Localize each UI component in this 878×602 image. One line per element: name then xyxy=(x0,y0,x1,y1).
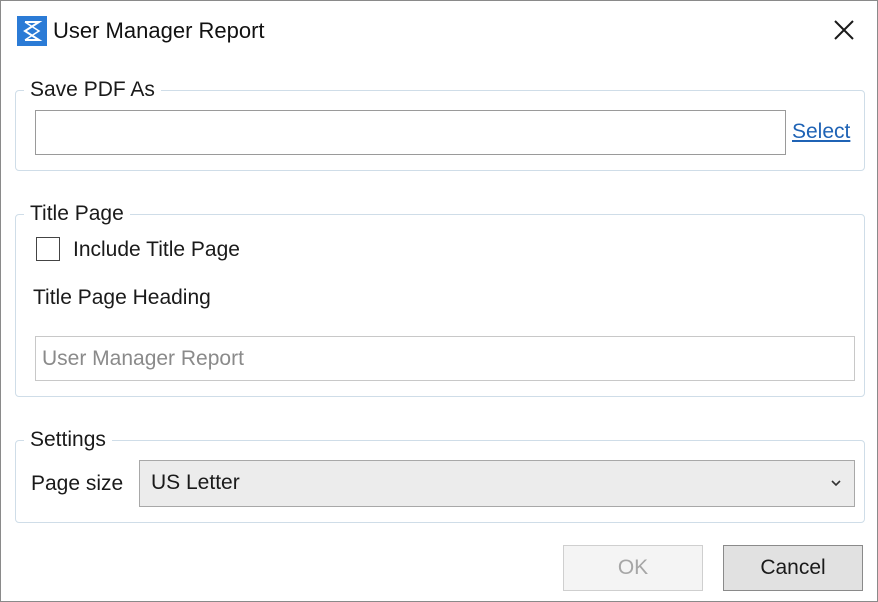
ok-button[interactable]: OK xyxy=(563,545,703,591)
app-logo-icon xyxy=(17,16,47,46)
settings-legend: Settings xyxy=(30,428,106,451)
page-size-dropdown[interactable]: US Letter xyxy=(139,460,855,507)
report-dialog: User Manager Report Save PDF As Select T… xyxy=(0,0,878,602)
close-icon[interactable] xyxy=(831,17,857,43)
window-title: User Manager Report xyxy=(53,18,265,43)
title-bar: User Manager Report xyxy=(1,1,877,63)
include-title-page-checkbox[interactable] xyxy=(36,237,60,261)
cancel-button[interactable]: Cancel xyxy=(723,545,863,591)
include-title-page-label[interactable]: Include Title Page xyxy=(73,238,240,262)
save-path-input[interactable] xyxy=(35,110,786,155)
select-file-link[interactable]: Select xyxy=(792,120,850,144)
save-pdf-legend: Save PDF As xyxy=(30,78,155,101)
page-size-value: US Letter xyxy=(151,471,240,494)
chevron-down-icon xyxy=(831,480,841,487)
title-page-legend: Title Page xyxy=(30,202,124,225)
page-size-label: Page size xyxy=(31,472,124,495)
title-page-heading-input[interactable] xyxy=(35,336,855,381)
title-page-heading-label: Title Page Heading xyxy=(33,286,211,309)
